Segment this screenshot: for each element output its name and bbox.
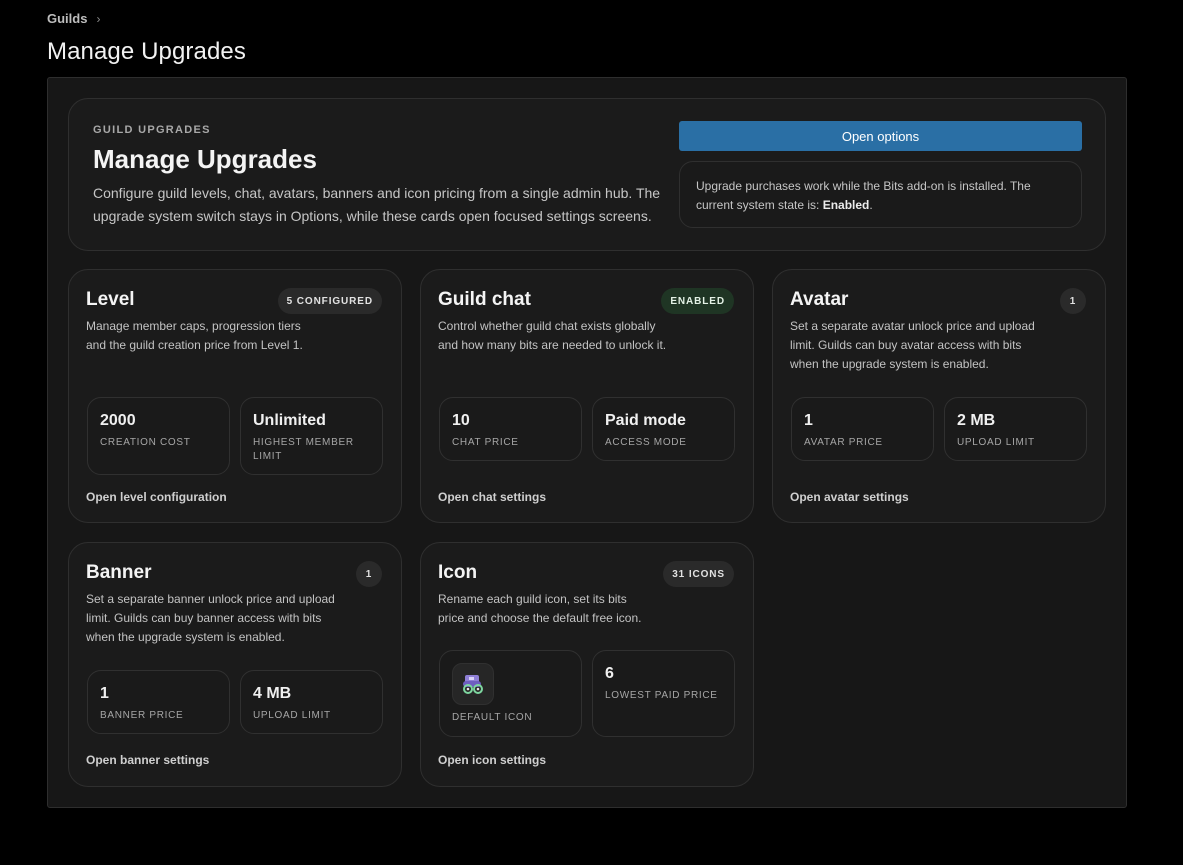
avatar-upload-limit-stat: 2 MB UPLOAD LIMIT (944, 397, 1087, 461)
system-state-box: Upgrade purchases work while the Bits ad… (679, 161, 1082, 228)
level-card-title: Level (86, 289, 135, 310)
avatar-price-label: AVATAR PRICE (804, 437, 883, 448)
banner-card-title: Banner (86, 562, 152, 583)
default-guild-icon (452, 663, 494, 705)
banner-count-badge: 1 (356, 561, 382, 587)
guild-chat-card-title: Guild chat (438, 289, 531, 310)
avatar-card-description: Set a separate avatar unlock price and u… (790, 319, 1035, 371)
level-card-description: Manage member caps, progression tiers an… (86, 319, 303, 352)
chat-price-label: CHAT PRICE (452, 437, 519, 448)
banner-upload-limit-value: 4 MB (253, 685, 292, 702)
banner-price-label: BANNER PRICE (100, 710, 184, 721)
system-state-suffix: . (869, 198, 873, 212)
creation-cost-value: 2000 (100, 412, 136, 429)
breadcrumb-guilds-link[interactable]: Guilds (47, 11, 87, 26)
open-icon-settings-link[interactable]: Open icon settings (438, 753, 546, 767)
banner-card: Banner 1 Set a separate banner unlock pr… (68, 542, 402, 787)
avatar-upload-limit-value: 2 MB (957, 412, 996, 429)
open-level-configuration-link[interactable]: Open level configuration (86, 490, 227, 504)
access-mode-stat: Paid mode ACCESS MODE (592, 397, 735, 461)
hero-description: Configure guild levels, chat, avatars, b… (93, 185, 661, 224)
upgrades-panel: GUILD UPGRADES Manage Upgrades Configure… (47, 77, 1127, 808)
lowest-paid-price-label: LOWEST PAID PRICE (605, 690, 718, 701)
default-icon-stat: DEFAULT ICON (439, 650, 582, 737)
hero-eyebrow: GUILD UPGRADES (93, 124, 211, 136)
access-mode-label: ACCESS MODE (605, 437, 687, 448)
avatar-count-badge: 1 (1060, 288, 1086, 314)
hero-card: GUILD UPGRADES Manage Upgrades Configure… (68, 98, 1106, 251)
guild-chat-card: Guild chat ENABLED Control whether guild… (420, 269, 754, 523)
avatar-card-title: Avatar (790, 289, 849, 310)
icon-card-description: Rename each guild icon, set its bits pri… (438, 592, 642, 625)
open-options-button[interactable]: Open options (679, 121, 1082, 151)
guild-chat-status-badge: ENABLED (661, 288, 734, 314)
lowest-paid-price-stat: 6 LOWEST PAID PRICE (592, 650, 735, 737)
avatar-price-stat: 1 AVATAR PRICE (791, 397, 934, 461)
open-chat-settings-link[interactable]: Open chat settings (438, 490, 546, 504)
access-mode-value: Paid mode (605, 412, 686, 429)
lowest-paid-price-value: 6 (605, 665, 614, 682)
avatar-price-value: 1 (804, 412, 813, 429)
banner-upload-limit-label: UPLOAD LIMIT (253, 710, 331, 721)
hero-title: Manage Upgrades (93, 144, 317, 174)
avatar-card: Avatar 1 Set a separate avatar unlock pr… (772, 269, 1106, 523)
highest-member-limit-value: Unlimited (253, 412, 326, 429)
highest-member-limit-stat: Unlimited HIGHEST MEMBER LIMIT (240, 397, 383, 475)
highest-member-limit-label: HIGHEST MEMBER LIMIT (253, 437, 354, 462)
creation-cost-stat: 2000 CREATION COST (87, 397, 230, 475)
banner-card-description: Set a separate banner unlock price and u… (86, 592, 335, 644)
creation-cost-label: CREATION COST (100, 437, 191, 448)
chevron-right-icon: › (96, 11, 101, 26)
breadcrumb: Guilds › (47, 11, 100, 26)
open-avatar-settings-link[interactable]: Open avatar settings (790, 490, 909, 504)
icon-card-title: Icon (438, 562, 478, 583)
chat-price-value: 10 (452, 412, 470, 429)
banner-upload-limit-stat: 4 MB UPLOAD LIMIT (240, 670, 383, 734)
open-banner-settings-link[interactable]: Open banner settings (86, 753, 209, 767)
avatar-upload-limit-label: UPLOAD LIMIT (957, 437, 1035, 448)
default-icon-label: DEFAULT ICON (452, 712, 533, 723)
banner-price-value: 1 (100, 685, 109, 702)
icon-count-badge: 31 ICONS (663, 561, 734, 587)
chat-price-stat: 10 CHAT PRICE (439, 397, 582, 461)
level-card: Level 5 CONFIGURED Manage member caps, p… (68, 269, 402, 523)
icon-card: Icon 31 ICONS Rename each guild icon, se… (420, 542, 754, 787)
level-status-badge: 5 CONFIGURED (277, 288, 382, 314)
guild-chat-card-description: Control whether guild chat exists global… (438, 319, 667, 352)
page-title: Manage Upgrades (47, 38, 246, 65)
system-state-value: Enabled (822, 198, 870, 212)
banner-price-stat: 1 BANNER PRICE (87, 670, 230, 734)
